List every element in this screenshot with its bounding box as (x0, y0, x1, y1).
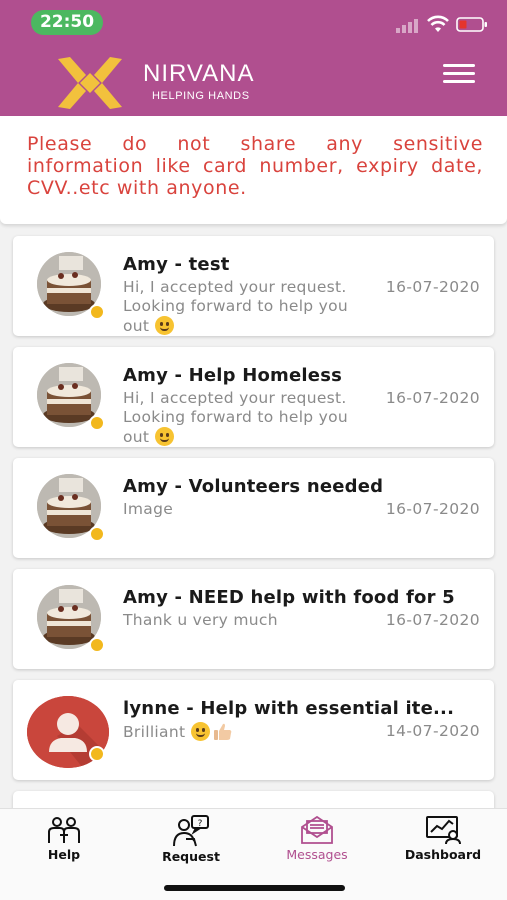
online-status-dot (89, 304, 105, 320)
nirvana-logo (58, 57, 122, 109)
envelope-icon (301, 815, 333, 844)
message-item[interactable]: Amy - Help Homeless Hi, I accepted your … (13, 347, 494, 447)
message-title: Amy - NEED help with food for 5 (123, 587, 455, 608)
message-title: lynne - Help with essential ite... (123, 698, 455, 719)
message-item[interactable]: Amy - test Hi, I accepted your request. … (13, 236, 494, 336)
brand-tagline: HELPING HANDS (152, 90, 250, 102)
nav-dashboard-label: Dashboard (404, 847, 482, 862)
request-icon: ? (173, 815, 209, 847)
online-status-dot (89, 526, 105, 542)
online-status-dot (89, 415, 105, 431)
svg-text:?: ? (198, 819, 203, 829)
nav-help-label: Help (47, 847, 81, 862)
nav-request[interactable]: ? Request (136, 815, 246, 875)
nav-help[interactable]: Help (9, 815, 119, 875)
cellular-signal-icon (396, 19, 418, 33)
message-date: 16-07-2020 (385, 611, 480, 629)
message-date: 16-07-2020 (385, 278, 480, 296)
message-date: 16-07-2020 (385, 389, 480, 407)
message-preview: Hi, I accepted your request. Looking for… (123, 278, 349, 335)
nav-request-label: Request (162, 849, 220, 864)
message-date: 14-07-2020 (385, 722, 480, 740)
message-title: Amy - Help Homeless (123, 365, 343, 386)
nav-dashboard[interactable]: Dashboard (388, 815, 498, 875)
message-title: Amy - Volunteers needed (123, 476, 384, 497)
thumbs-up-emoji-icon (213, 723, 231, 740)
smile-emoji-icon (154, 427, 174, 446)
message-item[interactable]: Amy - Volunteers needed Image 16-07-2020 (13, 458, 494, 558)
app-header: 22:50 NIRVANA HELPING HANDS (0, 0, 507, 116)
message-date: 16-07-2020 (385, 500, 480, 518)
message-item[interactable]: lynne - Help with essential ite... Brill… (13, 680, 494, 780)
online-status-dot (89, 637, 105, 653)
dashboard-icon (426, 816, 461, 845)
wifi-icon (427, 15, 449, 32)
status-bar: 22:50 (0, 0, 507, 44)
message-title: Amy - test (123, 254, 230, 275)
brand-name: NIRVANA (143, 60, 255, 87)
message-preview: Hi, I accepted your request. Looking for… (123, 389, 349, 446)
message-preview: Thank u very much (123, 611, 278, 629)
nav-messages[interactable]: Messages (262, 815, 372, 875)
security-warning-text: Please do not share any sensitive inform… (27, 133, 483, 199)
smile-emoji-icon (154, 316, 174, 335)
online-status-dot (89, 746, 105, 762)
smile-emoji-icon (190, 722, 210, 741)
message-item[interactable]: Amy - NEED help with food for 5 Thank u … (13, 569, 494, 669)
message-preview: Image (123, 500, 174, 518)
battery-icon (456, 17, 487, 32)
people-icon (48, 817, 80, 843)
status-time: 22:50 (31, 10, 103, 35)
home-indicator (164, 885, 345, 891)
message-preview: Brilliant (123, 722, 373, 742)
nav-messages-label: Messages (286, 847, 348, 862)
hamburger-menu-icon[interactable] (443, 64, 475, 86)
